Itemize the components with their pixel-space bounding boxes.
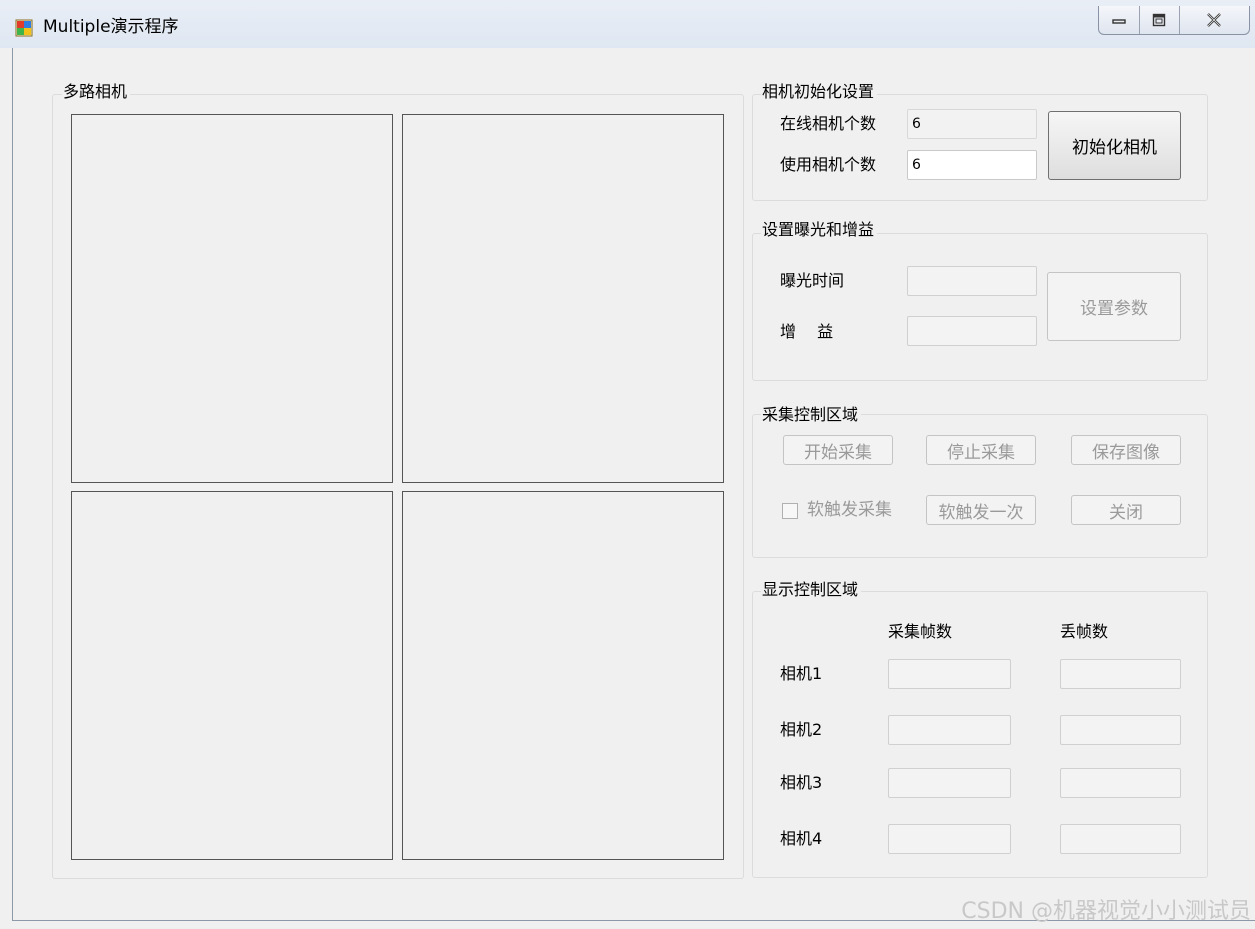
exposure-time-label: 曝光时间 — [780, 271, 845, 290]
camera1-frames-field[interactable] — [888, 659, 1011, 689]
use-count-label: 使用相机个数 — [780, 155, 877, 174]
capture-group-label: 采集控制区域 — [761, 405, 862, 425]
camera-view-1[interactable] — [71, 114, 393, 483]
soft-trigger-label[interactable]: 软触发采集 — [807, 500, 892, 520]
camera-group-label: 多路相机 — [62, 82, 131, 102]
online-count-field[interactable]: 6 — [907, 109, 1037, 139]
set-params-button[interactable]: 设置参数 — [1047, 272, 1181, 341]
close-device-button[interactable]: 关闭 — [1071, 495, 1181, 525]
camera2-frames-field[interactable] — [888, 715, 1011, 745]
close-icon — [1207, 13, 1221, 27]
camera3-lost-field[interactable] — [1060, 768, 1181, 798]
minimize-button[interactable] — [1099, 6, 1140, 34]
frames-column-header: 采集帧数 — [888, 622, 953, 641]
maximize-button[interactable] — [1139, 6, 1180, 34]
init-group-label: 相机初始化设置 — [761, 82, 878, 102]
camera2-lost-field[interactable] — [1060, 715, 1181, 745]
camera3-frames-field[interactable] — [888, 768, 1011, 798]
maximize-icon — [1152, 13, 1166, 27]
app-window-icon — [15, 19, 33, 37]
title-bar — [0, 0, 1255, 48]
soft-trigger-once-button[interactable]: 软触发一次 — [926, 495, 1036, 525]
camera1-label: 相机1 — [780, 664, 823, 683]
save-image-button[interactable]: 保存图像 — [1071, 435, 1181, 465]
camera-view-4[interactable] — [402, 491, 724, 860]
camera-view-3[interactable] — [71, 491, 393, 860]
gain-input[interactable] — [907, 316, 1037, 346]
camera4-lost-field[interactable] — [1060, 824, 1181, 854]
camera4-frames-field[interactable] — [888, 824, 1011, 854]
gain-label: 增 益 — [780, 322, 834, 341]
camera2-label: 相机2 — [780, 720, 823, 739]
init-camera-button[interactable]: 初始化相机 — [1048, 111, 1181, 180]
lost-column-header: 丢帧数 — [1060, 622, 1109, 641]
close-button[interactable] — [1179, 6, 1249, 34]
use-count-input[interactable]: 6 — [907, 150, 1037, 180]
exposure-time-input[interactable] — [907, 266, 1037, 296]
watermark: CSDN @机器视觉小小测试员 — [961, 899, 1251, 924]
exposure-group-label: 设置曝光和增益 — [761, 220, 878, 240]
camera-view-2[interactable] — [402, 114, 724, 483]
window-controls — [1098, 6, 1250, 35]
stop-capture-button[interactable]: 停止采集 — [926, 435, 1036, 465]
camera1-lost-field[interactable] — [1060, 659, 1181, 689]
soft-trigger-checkbox[interactable] — [782, 503, 798, 519]
online-count-label: 在线相机个数 — [780, 114, 877, 133]
window-title: Multiple演示程序 — [43, 17, 179, 37]
start-capture-button[interactable]: 开始采集 — [783, 435, 893, 465]
minimize-icon — [1112, 19, 1126, 24]
display-group-label: 显示控制区域 — [761, 580, 862, 600]
camera4-label: 相机4 — [780, 829, 823, 848]
camera3-label: 相机3 — [780, 773, 823, 792]
